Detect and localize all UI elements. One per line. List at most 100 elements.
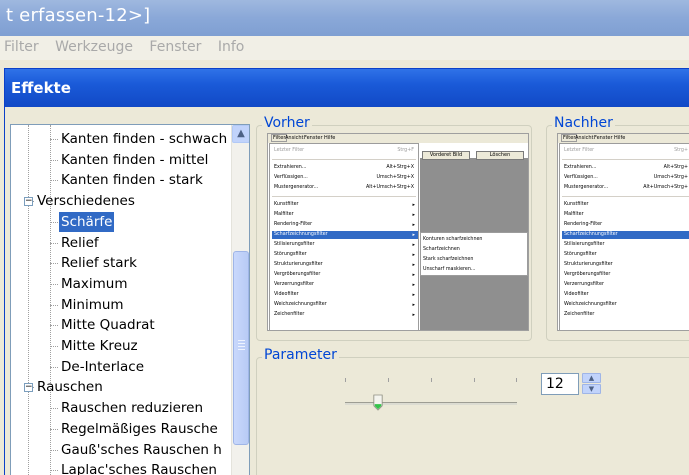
preview-submenu: Konturen scharfzeichnen Scharfzeichnen Sta… bbox=[420, 232, 528, 276]
dialog-title: Effekte bbox=[11, 79, 71, 97]
preview-menubar-item: Ansicht bbox=[285, 135, 304, 141]
tree-item-label: Regelmäßiges Rausche bbox=[61, 420, 218, 437]
tree-item-label: Kanten finden - mittel bbox=[61, 151, 209, 168]
preview-menubar: Filter Ansicht Fenster Hilfe bbox=[558, 134, 689, 143]
submenu-arrow-icon: ▸ bbox=[412, 282, 415, 288]
preview-shortcut: Umsch+Strg+ bbox=[653, 175, 688, 180]
submenu-arrow-icon: ▸ bbox=[412, 272, 415, 278]
preview-shortcut: Umsch+Strg+X bbox=[376, 175, 414, 180]
preview-shortcut: Alt+Umsch+Strg+ bbox=[643, 185, 688, 190]
preview-menu-item: Malfilter bbox=[564, 212, 584, 217]
app-title: t erfassen-12>] bbox=[6, 5, 151, 26]
preview-menubar-item: Ansicht bbox=[575, 135, 594, 141]
slider-track[interactable] bbox=[345, 402, 517, 405]
preview-menu-item: Störungsfilter bbox=[274, 252, 307, 257]
tree-item-label: Relief bbox=[61, 234, 99, 251]
collapse-icon[interactable]: − bbox=[24, 197, 33, 207]
tree-connector bbox=[50, 408, 58, 410]
preview-separator bbox=[272, 196, 416, 197]
tree-guide-line bbox=[28, 125, 29, 475]
preview-menu-item: Zeichenfilter bbox=[564, 312, 595, 317]
preview-shortcut: Strg+F bbox=[397, 148, 414, 153]
preview-dropdown: Letzter Filter Strg+F Extrahieren... Alt+St… bbox=[269, 143, 419, 330]
menu-fenster[interactable]: Fenster bbox=[149, 39, 201, 55]
submenu-arrow-icon: ▸ bbox=[412, 222, 415, 228]
submenu-arrow-icon: ▸ bbox=[412, 292, 415, 298]
parameter-value-input[interactable]: 12 bbox=[541, 373, 579, 395]
collapse-icon[interactable]: − bbox=[24, 383, 33, 393]
preview-menu-item: Letzter Filter bbox=[564, 148, 595, 153]
tree-connector bbox=[50, 242, 58, 244]
spin-down-icon[interactable]: ▼ bbox=[582, 384, 601, 394]
preview-menu-item: Stilisierungsfilter bbox=[564, 242, 605, 247]
dialog-title-bar[interactable]: Effekte bbox=[5, 69, 689, 107]
scroll-up-icon[interactable]: ▲ bbox=[232, 125, 249, 143]
tree-connector bbox=[50, 221, 58, 223]
nachher-preview: Filter Ansicht Fenster Hilfe Letzter Filter S… bbox=[557, 133, 689, 331]
tree-item-label: Gauß'sches Rauschen h bbox=[61, 441, 222, 458]
preview-menubar: Filter Ansicht Fenster Hilfe bbox=[268, 134, 528, 143]
preview-menu-item: Verzerrungsfilter bbox=[564, 282, 604, 287]
tree-item-label: Relief stark bbox=[61, 255, 137, 272]
preview-menu-item: Scharfzeichnungsfilter bbox=[562, 231, 689, 239]
preview-menu-item: Strukturierungsfilter bbox=[274, 262, 323, 267]
preview-image-area bbox=[420, 276, 528, 330]
preview-menu-item: Malfilter bbox=[274, 212, 294, 217]
submenu-arrow-icon: ▸ bbox=[412, 242, 415, 248]
spin-up-icon[interactable]: ▲ bbox=[582, 373, 601, 383]
tree-item-label: Kanten finden - stark bbox=[61, 172, 203, 189]
tree-item-label: Laplac'sches Rauschen bbox=[61, 462, 217, 475]
effects-tree[interactable]: Kanten finden - schwach Kanten finden - m… bbox=[10, 124, 250, 475]
tree-scrollbar[interactable]: ▲ bbox=[231, 125, 249, 475]
preview-submenu-item: Konturen scharfzeichnen bbox=[423, 237, 483, 242]
preview-menubar-item: Hilfe bbox=[614, 135, 626, 141]
tree-connector bbox=[50, 304, 58, 306]
preview-menubar-item: Fenster bbox=[594, 135, 613, 141]
parameter-legend: Parameter bbox=[262, 347, 339, 363]
tree-item-label: Schärfe bbox=[59, 211, 115, 232]
preview-separator bbox=[272, 159, 416, 160]
preview-menu-item: Stilisierungsfilter bbox=[274, 242, 315, 247]
tree-connector bbox=[50, 428, 58, 430]
preview-menu-item: Kunstfilter bbox=[274, 202, 299, 207]
parameter-value: 12 bbox=[546, 376, 564, 392]
submenu-arrow-icon: ▸ bbox=[412, 262, 415, 268]
preview-menu-item: Kunstfilter bbox=[564, 202, 589, 207]
submenu-arrow-icon: ▸ bbox=[412, 312, 415, 318]
slider-thumb[interactable] bbox=[373, 393, 383, 412]
preview-menubar-item: Fenster bbox=[304, 135, 323, 141]
tree-item-label: De-Interlace bbox=[61, 358, 145, 375]
tree-item-label: Maximum bbox=[61, 275, 128, 292]
preview-button: Löschen bbox=[476, 151, 524, 160]
preview-shortcut: Alt+Umsch+Strg+X bbox=[365, 185, 414, 190]
menu-filter[interactable]: Filter bbox=[4, 39, 39, 55]
nachher-legend: Nachher bbox=[552, 115, 615, 131]
preview-shortcut: Alt+Strg+X bbox=[386, 165, 414, 170]
preview-submenu-item: Scharfzeichnen bbox=[423, 247, 460, 252]
tree-connector bbox=[50, 283, 58, 285]
tree-item-label: Verschiedenes bbox=[37, 193, 135, 210]
slider-tick bbox=[431, 378, 432, 382]
tree-item-label: Kanten finden - schwach bbox=[61, 131, 228, 147]
scroll-grip bbox=[238, 340, 245, 352]
tree-connector bbox=[50, 180, 58, 182]
slider-tick bbox=[474, 378, 475, 382]
preview-menu-item: Rendering-Filter bbox=[564, 222, 603, 227]
menu-info[interactable]: Info bbox=[218, 39, 245, 55]
scroll-thumb[interactable] bbox=[233, 251, 249, 445]
tree-connector bbox=[50, 346, 58, 347]
slider-tick bbox=[388, 378, 389, 382]
vorher-preview: Filter Ansicht Fenster Hilfe Letzter Filter S… bbox=[267, 133, 529, 331]
tree-connector bbox=[50, 263, 58, 265]
app-title-bar: t erfassen-12>] bbox=[0, 0, 689, 36]
submenu-arrow-icon: ▸ bbox=[412, 212, 415, 218]
menu-werkzeuge[interactable]: Werkzeuge bbox=[55, 39, 133, 55]
preview-submenu-item: Unscharf maskieren... bbox=[423, 267, 476, 272]
submenu-arrow-icon: ▸ bbox=[412, 252, 415, 258]
parameter-group bbox=[256, 357, 689, 475]
tree-item-label: Rauschen reduzieren bbox=[61, 400, 204, 417]
preview-menu-item: Rendering-Filter bbox=[274, 222, 313, 227]
preview-shortcut: Strg+ bbox=[674, 148, 688, 153]
submenu-arrow-icon: ▸ bbox=[412, 202, 415, 208]
tree-connector bbox=[50, 325, 58, 327]
